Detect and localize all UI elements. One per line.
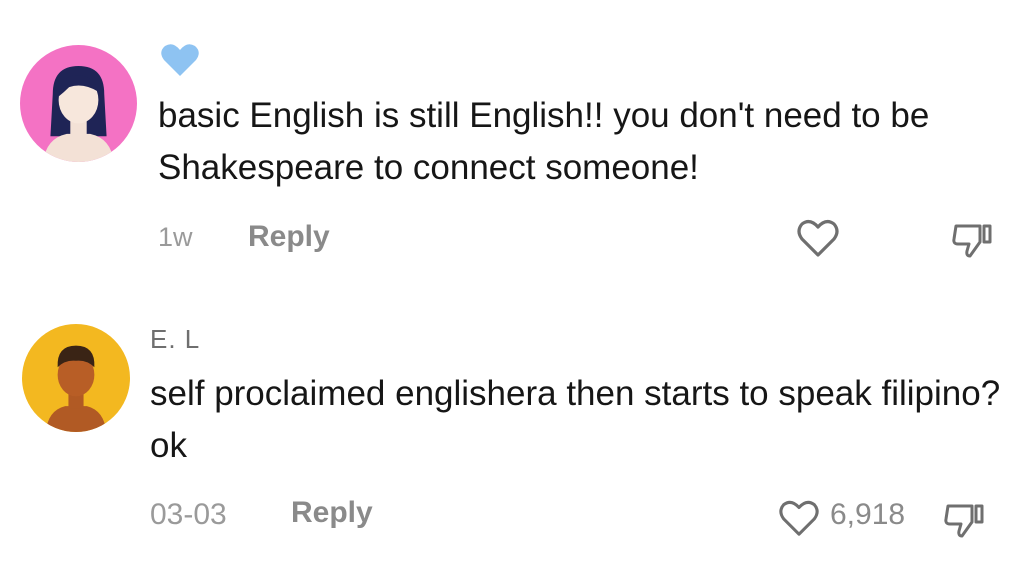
heart-outline-icon — [779, 500, 819, 536]
comment-date: 1w — [158, 222, 193, 252]
reply-button[interactable]: Reply — [291, 496, 373, 530]
avatar[interactable] — [20, 45, 137, 162]
like-button[interactable] — [796, 218, 840, 258]
reply-button[interactable]: Reply — [248, 220, 330, 254]
avatar[interactable] — [22, 324, 130, 432]
thumbs-down-icon — [952, 224, 992, 258]
username[interactable]: E. L — [150, 324, 200, 355]
female-avatar-icon — [20, 45, 137, 162]
blue-heart-icon — [160, 42, 200, 78]
dislike-button[interactable] — [942, 494, 988, 540]
comment-item: E. L self proclaimed englishera then sta… — [0, 290, 1024, 576]
like-count: 6,918 — [830, 498, 906, 531]
comment-date: 03-03 — [150, 498, 227, 531]
male-avatar-icon — [22, 324, 130, 432]
comment-item: basic English is still English!! you don… — [0, 0, 1024, 290]
thumbs-down-icon — [944, 504, 984, 538]
like-button[interactable] — [778, 498, 820, 538]
comment-text: self proclaimed englishera then starts t… — [150, 374, 1001, 465]
comment-text: basic English is still English!! you don… — [158, 96, 930, 187]
heart-outline-icon — [797, 220, 839, 257]
dislike-button[interactable] — [950, 214, 996, 260]
